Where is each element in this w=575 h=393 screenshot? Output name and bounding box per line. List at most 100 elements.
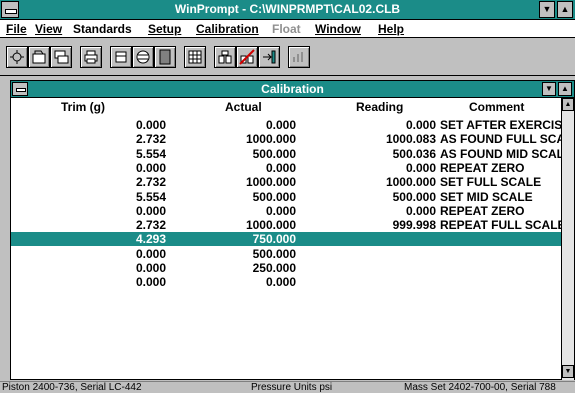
menu-window-label: Window bbox=[315, 22, 361, 36]
calibration-title: Calibration bbox=[261, 82, 324, 96]
cell-actual: 500.000 bbox=[252, 189, 296, 204]
cell-comment: SET AFTER EXERCISE bbox=[440, 118, 561, 132]
scroll-up-icon[interactable]: ▲ bbox=[562, 98, 574, 111]
menu-setup[interactable]: Setup bbox=[148, 22, 181, 36]
cell-trim: 0.000 bbox=[135, 203, 166, 218]
menu-standards-label: Standards bbox=[73, 22, 132, 36]
status-piston: Piston 2400-736, Serial LC-442 bbox=[2, 382, 142, 393]
table-row[interactable]: 0.000 0.000 0.000 SET AFTER EXERCISE bbox=[11, 118, 561, 132]
menu-setup-label: Setup bbox=[148, 22, 182, 36]
print-icon[interactable] bbox=[80, 46, 102, 68]
table-row[interactable]: 2.732 1000.000 1000.083 AS FOUND FULL SCALE bbox=[11, 132, 561, 146]
cell-comment: AS FOUND FULL SCALE bbox=[440, 132, 561, 147]
table-row[interactable]: 2.732 1000.000 1000.000 SET FULL SCALE bbox=[11, 175, 561, 189]
cell-reading: 0.000 bbox=[405, 203, 436, 218]
column-header-comment[interactable]: Comment bbox=[469, 100, 524, 114]
cell-reading: 0.000 bbox=[405, 118, 436, 132]
status-mass-set: Mass Set 2402-700-00, Serial 788 bbox=[404, 382, 556, 393]
table-row[interactable]: 4.293 750.000 bbox=[11, 232, 561, 247]
menu-view[interactable]: View bbox=[35, 22, 62, 36]
column-header-actual[interactable]: Actual bbox=[225, 100, 262, 114]
menu-help[interactable]: Help bbox=[378, 22, 404, 36]
cell-trim: 2.732 bbox=[135, 175, 166, 190]
maximize-icon[interactable]: ▲ bbox=[557, 1, 573, 18]
cell-comment: AS FOUND MID SCALE bbox=[440, 146, 561, 161]
cell-actual: 0.000 bbox=[265, 203, 296, 218]
menu-window[interactable]: Window bbox=[315, 22, 361, 36]
cell-reading: 1000.000 bbox=[385, 175, 436, 190]
table-row[interactable]: 5.554 500.000 500.000 SET MID SCALE bbox=[11, 190, 561, 204]
toolbar bbox=[0, 38, 575, 76]
cell-trim: 4.293 bbox=[135, 232, 166, 247]
save-icon[interactable] bbox=[50, 46, 72, 68]
cell-actual: 1000.000 bbox=[245, 175, 296, 190]
menu-file-label: File bbox=[6, 22, 27, 36]
app-title-bar[interactable]: WinPrompt - C:\WINPRMPT\CAL02.CLB ▼ ▲ bbox=[0, 0, 575, 20]
menu-calibration[interactable]: Calibration bbox=[196, 22, 259, 36]
cell-comment: REPEAT ZERO bbox=[440, 203, 525, 218]
piston-icon[interactable] bbox=[110, 46, 132, 68]
table-row[interactable]: 2.732 1000.000 999.998 REPEAT FULL SCALE bbox=[11, 218, 561, 232]
cell-comment: REPEAT FULL SCALE bbox=[440, 218, 561, 233]
child-minimize-icon[interactable]: ▼ bbox=[542, 82, 556, 96]
table-row[interactable]: 0.000 0.000 0.000 REPEAT ZERO bbox=[11, 204, 561, 218]
cell-reading: 0.000 bbox=[405, 160, 436, 175]
cell-comment: REPEAT ZERO bbox=[440, 160, 525, 175]
open-icon[interactable] bbox=[28, 46, 50, 68]
calibration-window: Calibration ▼ ▲ Trim (g) Actual Reading … bbox=[10, 80, 575, 380]
cell-reading: 999.998 bbox=[392, 218, 436, 233]
cell-reading: 500.000 bbox=[392, 189, 436, 204]
cell-actual: 0.000 bbox=[265, 160, 296, 175]
menu-help-label: Help bbox=[378, 22, 405, 36]
cell-trim: 0.000 bbox=[135, 246, 166, 261]
menu-standards[interactable]: Standards bbox=[73, 22, 132, 36]
transfer-icon[interactable] bbox=[258, 46, 280, 68]
table-row[interactable]: 0.000 500.000 bbox=[11, 247, 561, 261]
cell-trim: 0.000 bbox=[135, 118, 166, 132]
cell-trim: 2.732 bbox=[135, 218, 166, 233]
minimize-icon[interactable]: ▼ bbox=[539, 1, 555, 18]
cell-trim: 0.000 bbox=[135, 275, 166, 290]
calibration-title-bar[interactable]: Calibration ▼ ▲ bbox=[11, 81, 574, 98]
weights-icon[interactable] bbox=[214, 46, 236, 68]
menu-float-label: Float bbox=[272, 22, 301, 36]
menu-view-label: View bbox=[35, 22, 63, 36]
cell-actual: 750.000 bbox=[252, 232, 296, 247]
column-header-reading[interactable]: Reading bbox=[356, 100, 403, 114]
cell-actual: 500.000 bbox=[252, 146, 296, 161]
window-title: WinPrompt - C:\WINPRMPT\CAL02.CLB bbox=[174, 2, 401, 16]
vertical-scrollbar[interactable]: ▲ ▼ bbox=[561, 98, 574, 380]
table-row[interactable]: 0.000 250.000 bbox=[11, 261, 561, 275]
cell-trim: 0.000 bbox=[135, 261, 166, 275]
table-row[interactable]: 0.000 0.000 0.000 REPEAT ZERO bbox=[11, 161, 561, 175]
cell-trim: 5.554 bbox=[135, 146, 166, 161]
table-row[interactable]: 0.000 0.000 bbox=[11, 275, 561, 289]
child-maximize-icon[interactable]: ▲ bbox=[558, 82, 572, 96]
column-header-trim[interactable]: Trim (g) bbox=[61, 100, 105, 114]
menu-bar: File View Standards Setup Calibration Fl… bbox=[0, 20, 575, 38]
new-icon[interactable] bbox=[6, 46, 28, 68]
scroll-down-icon[interactable]: ▼ bbox=[562, 365, 574, 378]
cell-comment: SET FULL SCALE bbox=[440, 175, 542, 190]
cell-actual: 1000.000 bbox=[245, 132, 296, 147]
cell-trim: 5.554 bbox=[135, 189, 166, 204]
mass-set-icon[interactable] bbox=[132, 46, 154, 68]
cell-comment: SET MID SCALE bbox=[440, 189, 533, 204]
cell-reading: 500.036 bbox=[392, 146, 436, 161]
menu-calibration-label: Calibration bbox=[196, 22, 259, 36]
cell-actual: 0.000 bbox=[265, 118, 296, 132]
gauge-icon[interactable] bbox=[154, 46, 176, 68]
table-row[interactable]: 5.554 500.000 500.036 AS FOUND MID SCALE bbox=[11, 147, 561, 161]
cell-actual: 250.000 bbox=[252, 261, 296, 275]
no-weights-icon[interactable] bbox=[236, 46, 258, 68]
cell-actual: 1000.000 bbox=[245, 218, 296, 233]
cell-actual: 500.000 bbox=[252, 246, 296, 261]
cell-reading: 1000.083 bbox=[385, 132, 436, 147]
status-units: Pressure Units psi bbox=[251, 382, 333, 393]
calculator-icon[interactable] bbox=[184, 46, 206, 68]
status-bar: Piston 2400-736, Serial LC-442 Pressure … bbox=[0, 381, 575, 393]
cell-actual: 0.000 bbox=[265, 275, 296, 290]
float-icon[interactable] bbox=[288, 46, 310, 68]
menu-float[interactable]: Float bbox=[272, 22, 301, 36]
menu-file[interactable]: File bbox=[6, 22, 27, 36]
